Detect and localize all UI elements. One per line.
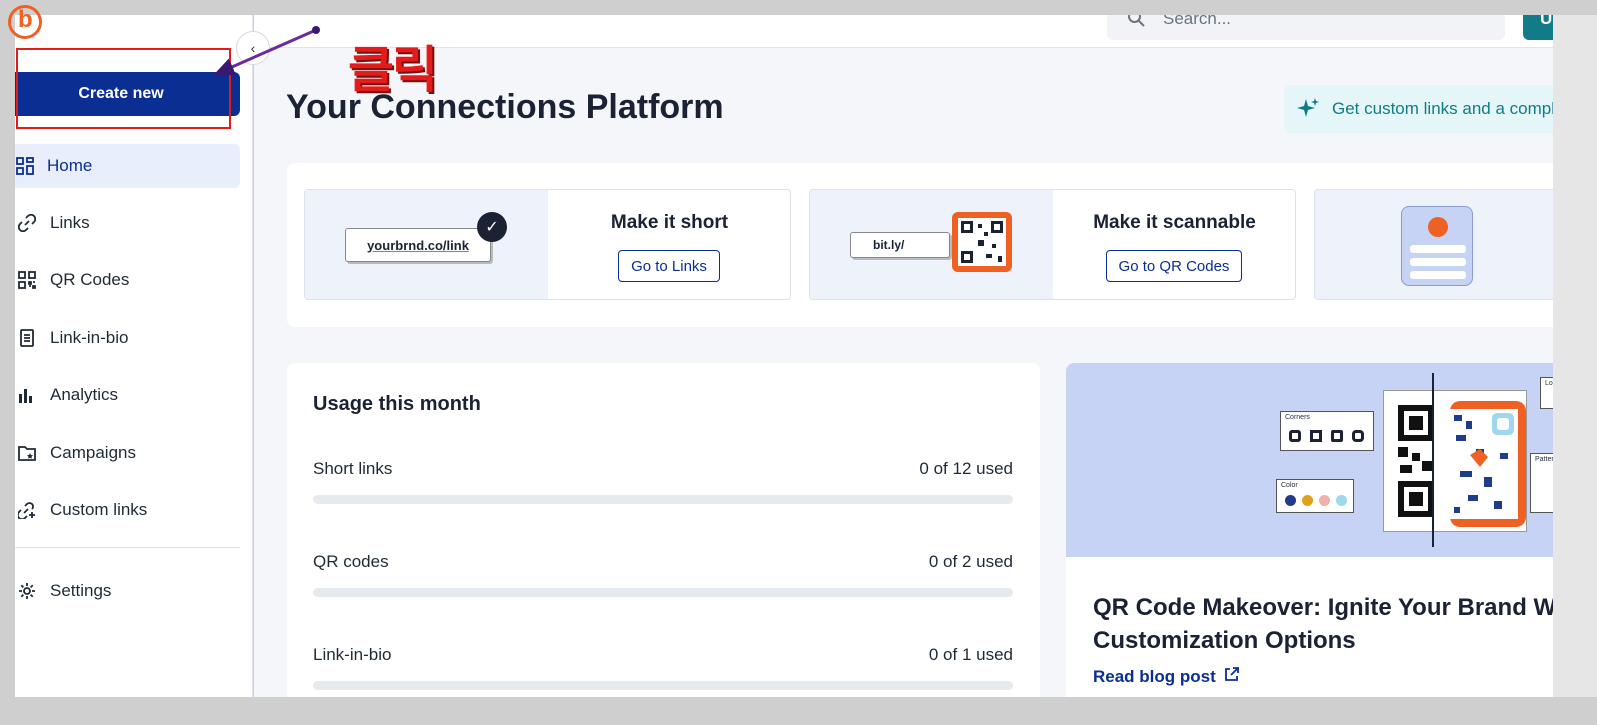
corners-label: Corners [1285, 414, 1310, 421]
usage-count: 0 of 1 used [928, 645, 1013, 664]
annotation-click-label: 클릭 [348, 41, 438, 99]
blog-title-line-2: Customization Options [1093, 627, 1356, 654]
sidebar-item-label: Home [47, 156, 93, 175]
custom-links-icon [17, 500, 37, 520]
sidebar-item-links[interactable]: Links [0, 194, 253, 252]
qr-code-icon [17, 270, 37, 290]
sidebar-item-label: Analytics [50, 385, 119, 405]
sidebar-item-label: Campaigns [50, 442, 136, 462]
sidebar-item-settings[interactable]: Settings [0, 562, 253, 620]
usage-progress-bar [313, 495, 1013, 504]
usage-count: 0 of 12 used [919, 459, 1013, 478]
analytics-bar-icon [17, 385, 37, 405]
go-to-qr-codes-button[interactable]: Go to QR Codes [1106, 250, 1242, 282]
blog-title: QR Code Makeover: Ignite Your Brand W Cu… [1093, 591, 1597, 657]
promo-banner[interactable]: Get custom links and a compli [1284, 85, 1584, 133]
sidebar-item-analytics[interactable]: Analytics [0, 367, 253, 425]
sidebar-item-qr-codes[interactable]: QR Codes [0, 252, 253, 310]
feature-card-links: yourbrnd.co/link ✓ Make it short Go to L… [304, 189, 791, 300]
sidebar-item-link-in-bio[interactable]: Link-in-bio [0, 309, 253, 367]
campaigns-folder-icon [17, 443, 37, 463]
bitly-logo[interactable] [8, 5, 42, 39]
promo-text: Get custom links and a compli [1332, 99, 1559, 118]
phone-mockup-icon [1401, 206, 1473, 286]
short-link-sample: yourbrnd.co/link [345, 228, 491, 262]
feature-cards-panel: yourbrnd.co/link ✓ Make it short Go to L… [287, 163, 1597, 327]
link-in-bio-icon [17, 328, 37, 348]
window-frame-top [0, 0, 1597, 15]
color-panel: Color [1276, 479, 1354, 513]
sidebar-item-home[interactable]: Home [2, 144, 240, 188]
usage-title: Usage this month [313, 393, 481, 415]
blog-title-line-1: QR Code Makeover: Ignite Your Brand W [1093, 594, 1557, 621]
usage-progress-bar [313, 681, 1013, 690]
window-frame-left [0, 0, 15, 725]
usage-progress-bar [313, 588, 1013, 597]
sidebar-item-label: Custom links [50, 500, 148, 520]
link-icon [17, 213, 37, 233]
usage-label: Short links [313, 459, 393, 478]
window-frame-bottom [0, 697, 1597, 725]
qr-illustration: bit.ly/ [810, 190, 1053, 299]
blog-card[interactable]: Corners Color Pattern QR Code Makeover: … [1066, 363, 1597, 725]
sparkle-icon [1296, 97, 1320, 126]
sidebar-item-label: Links [50, 212, 90, 232]
sidebar-item-label: Link-in-bio [50, 327, 129, 347]
gear-icon [17, 581, 37, 601]
sidebar-nav: Home Links QR Codes Link-in-bio Analytic… [0, 144, 253, 539]
slider-divider [1432, 373, 1434, 547]
corners-panel: Corners [1280, 411, 1374, 451]
qr-sample-icon [1384, 391, 1526, 531]
feature-title: Make it scannable [1093, 212, 1256, 233]
go-to-links-button[interactable]: Go to Links [618, 250, 720, 282]
feature-title: Make it short [610, 212, 729, 233]
usage-label: QR codes [313, 552, 389, 571]
sidebar-item-label: Settings [50, 580, 112, 600]
home-grid-icon [15, 156, 35, 176]
feature-card-qr: bit.ly/ Make it scannable Go to QR Codes [809, 189, 1296, 300]
link-in-bio-illustration [1315, 190, 1558, 299]
usage-label: Link-in-bio [313, 645, 392, 664]
sidebar-item-label: QR Codes [50, 270, 130, 290]
main-content: Search... Upg Your Connections Platform … [254, 0, 1597, 725]
sidebar-item-custom-links[interactable]: Custom links [0, 482, 253, 540]
usage-count: 0 of 2 used [928, 552, 1013, 571]
sidebar-divider [2, 547, 240, 548]
color-label: Color [1281, 482, 1298, 489]
qr-makeover-illustration: Corners Color Pattern [1066, 363, 1597, 557]
bitly-link-sample: bit.ly/ [850, 232, 950, 258]
checkmark-icon: ✓ [477, 212, 507, 242]
read-blog-post-label: Read blog post [1093, 667, 1216, 686]
qr-code-sample-icon [952, 212, 1012, 272]
short-link-illustration: yourbrnd.co/link ✓ [305, 190, 548, 299]
sidebar-item-campaigns[interactable]: Campaigns [0, 424, 253, 482]
external-link-icon [1224, 667, 1239, 687]
window-frame-right [1553, 15, 1597, 697]
read-blog-post-link[interactable]: Read blog post [1093, 667, 1239, 687]
usage-panel: Usage this month Short links 0 of 12 use… [287, 363, 1040, 725]
